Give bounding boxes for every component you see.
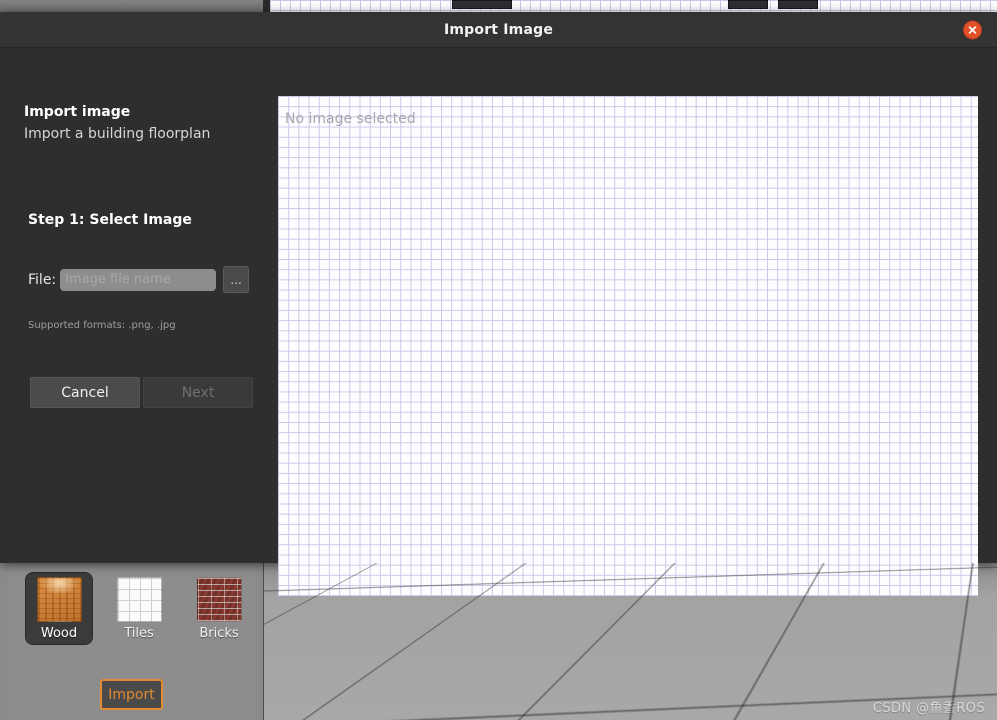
- form-subheading: Import a building floorplan: [24, 126, 210, 142]
- import-button[interactable]: Import: [100, 679, 163, 710]
- watermark: CSDN @鱼香ROS: [873, 697, 985, 716]
- material-item-wood[interactable]: Wood: [26, 573, 92, 644]
- browse-file-button[interactable]: ...: [223, 266, 249, 293]
- material-item-label: Wood: [41, 626, 77, 641]
- preview-placeholder-text: No image selected: [285, 111, 416, 127]
- toolbar-button[interactable]: [728, 0, 768, 9]
- file-row: File: ...: [28, 266, 249, 293]
- supported-formats-hint: Supported formats: .png, .jpg: [28, 320, 176, 331]
- tiles-texture-icon: [117, 577, 162, 622]
- material-palette: Wood Tiles Bricks: [26, 573, 252, 644]
- file-path-input[interactable]: [60, 269, 216, 291]
- material-item-tiles[interactable]: Tiles: [106, 573, 172, 644]
- form-heading: Import image: [24, 104, 130, 120]
- dialog-action-buttons: Cancel Next: [30, 377, 253, 408]
- close-icon[interactable]: [963, 20, 982, 39]
- material-item-label: Bricks: [199, 626, 238, 641]
- dialog-titlebar[interactable]: Import Image: [0, 12, 997, 48]
- bricks-texture-icon: [197, 577, 242, 622]
- material-item-label: Tiles: [124, 626, 154, 641]
- wood-texture-icon: [37, 577, 82, 622]
- import-image-dialog: Import Image Import image Import a build…: [0, 12, 997, 563]
- toolbar-button[interactable]: [452, 0, 512, 9]
- step-title: Step 1: Select Image: [28, 212, 192, 228]
- toolbar-button[interactable]: [778, 0, 818, 9]
- file-label: File:: [28, 272, 56, 288]
- material-item-bricks[interactable]: Bricks: [186, 573, 252, 644]
- dialog-title: Import Image: [444, 22, 553, 38]
- dialog-body: Import image Import a building floorplan…: [0, 48, 997, 564]
- image-preview-pane[interactable]: No image selected: [278, 96, 978, 596]
- next-button: Next: [143, 377, 253, 408]
- cancel-button[interactable]: Cancel: [30, 377, 140, 408]
- dialog-form-panel: Import image Import a building floorplan…: [0, 48, 278, 564]
